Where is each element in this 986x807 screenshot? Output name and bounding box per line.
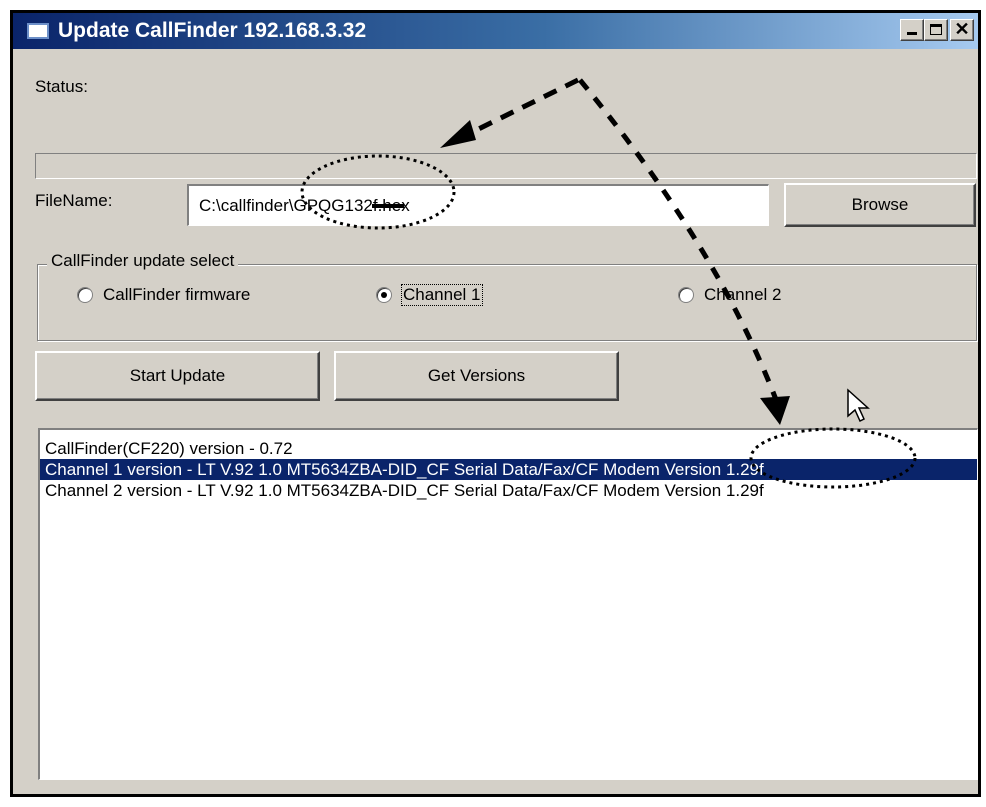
browse-button[interactable]: Browse <box>784 183 976 227</box>
window-controls: ✕ <box>900 19 974 41</box>
filename-input[interactable]: C:\callfinder\GPQG132f.hex <box>187 184 769 226</box>
title-bar[interactable]: Update CallFinder 192.168.3.32 ✕ <box>13 13 978 49</box>
radio-callfinder-firmware[interactable]: CallFinder firmware <box>77 285 250 305</box>
app-window-icon <box>27 23 49 39</box>
radio-channel-1[interactable]: Channel 1 <box>376 284 483 306</box>
status-label: Status: <box>35 77 88 96</box>
radio-label: CallFinder firmware <box>103 285 251 304</box>
window-title: Update CallFinder 192.168.3.32 <box>58 19 367 42</box>
start-update-button[interactable]: Start Update <box>35 351 320 401</box>
update-select-legend: CallFinder update select <box>47 251 239 271</box>
close-icon: ✕ <box>954 19 970 39</box>
radio-button-icon[interactable] <box>77 287 93 303</box>
list-item[interactable]: Channel 2 version - LT V.92 1.0 MT5634ZB… <box>40 480 977 501</box>
get-versions-button[interactable]: Get Versions <box>334 351 619 401</box>
filename-label: FileName: <box>35 191 113 210</box>
list-item[interactable]: CallFinder(CF220) version - 0.72 <box>40 438 977 459</box>
radio-label: Channel 2 <box>704 285 782 304</box>
minimize-button[interactable] <box>900 19 924 41</box>
radio-button-icon[interactable] <box>376 287 392 303</box>
versions-list[interactable]: CallFinder(CF220) version - 0.72 Channel… <box>38 428 978 780</box>
status-progress-bar <box>35 153 977 179</box>
radio-button-icon[interactable] <box>678 287 694 303</box>
close-button[interactable]: ✕ <box>950 19 974 41</box>
list-item[interactable]: Channel 1 version - LT V.92 1.0 MT5634ZB… <box>40 459 977 480</box>
radio-channel-2[interactable]: Channel 2 <box>678 285 782 305</box>
update-callfinder-window: Update CallFinder 192.168.3.32 ✕ Status:… <box>10 10 981 797</box>
maximize-button[interactable] <box>924 19 948 41</box>
radio-label: Channel 1 <box>401 284 483 306</box>
